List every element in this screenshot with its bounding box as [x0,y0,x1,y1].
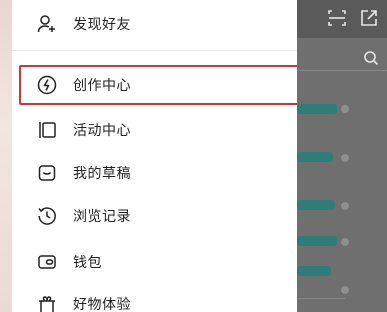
background-avatar [341,105,349,113]
background-message [297,266,331,276]
menu-item-label: 钱包 [73,255,102,271]
search-icon [363,50,379,66]
share-icon [359,8,379,28]
background-avatar [341,154,349,162]
wallet-icon [37,252,57,272]
menu-item-label: 活动中心 [73,123,131,139]
background-divider [297,298,345,299]
background-message [297,152,333,162]
menu-divider [12,50,297,51]
history-icon [37,206,57,226]
background-message [297,236,337,246]
side-drawer-menu: 发现好友 创作中心 活动中心 我的草稿 浏览记录 钱包 好物体验 [12,0,297,312]
add-friend-icon [37,14,57,34]
background-app-overlay[interactable] [297,0,387,312]
activity-icon [37,120,57,140]
background-avatar [341,202,349,210]
background-avatar [341,238,349,246]
draft-icon [37,163,57,183]
menu-item-find-friends[interactable]: 发现好友 [12,4,297,44]
highlight-annotation-box [19,65,306,105]
background-divider [297,70,387,71]
background-avatar [341,286,349,294]
menu-item-activity-center[interactable]: 活动中心 [12,110,297,150]
menu-item-product-trial[interactable]: 好物体验 [12,284,297,312]
menu-item-wallet[interactable]: 钱包 [12,242,297,282]
gift-icon [37,294,57,312]
background-message [297,104,337,114]
menu-item-label: 浏览记录 [73,209,131,225]
scan-icon [327,8,347,28]
menu-item-label: 我的草稿 [73,166,131,182]
menu-item-my-drafts[interactable]: 我的草稿 [12,153,297,193]
background-message [297,200,335,210]
menu-item-browse-history[interactable]: 浏览记录 [12,196,297,236]
menu-item-label: 发现好友 [73,17,131,33]
menu-item-label: 好物体验 [73,297,131,312]
background-app-topbar [297,0,387,38]
background-edge [0,0,12,312]
